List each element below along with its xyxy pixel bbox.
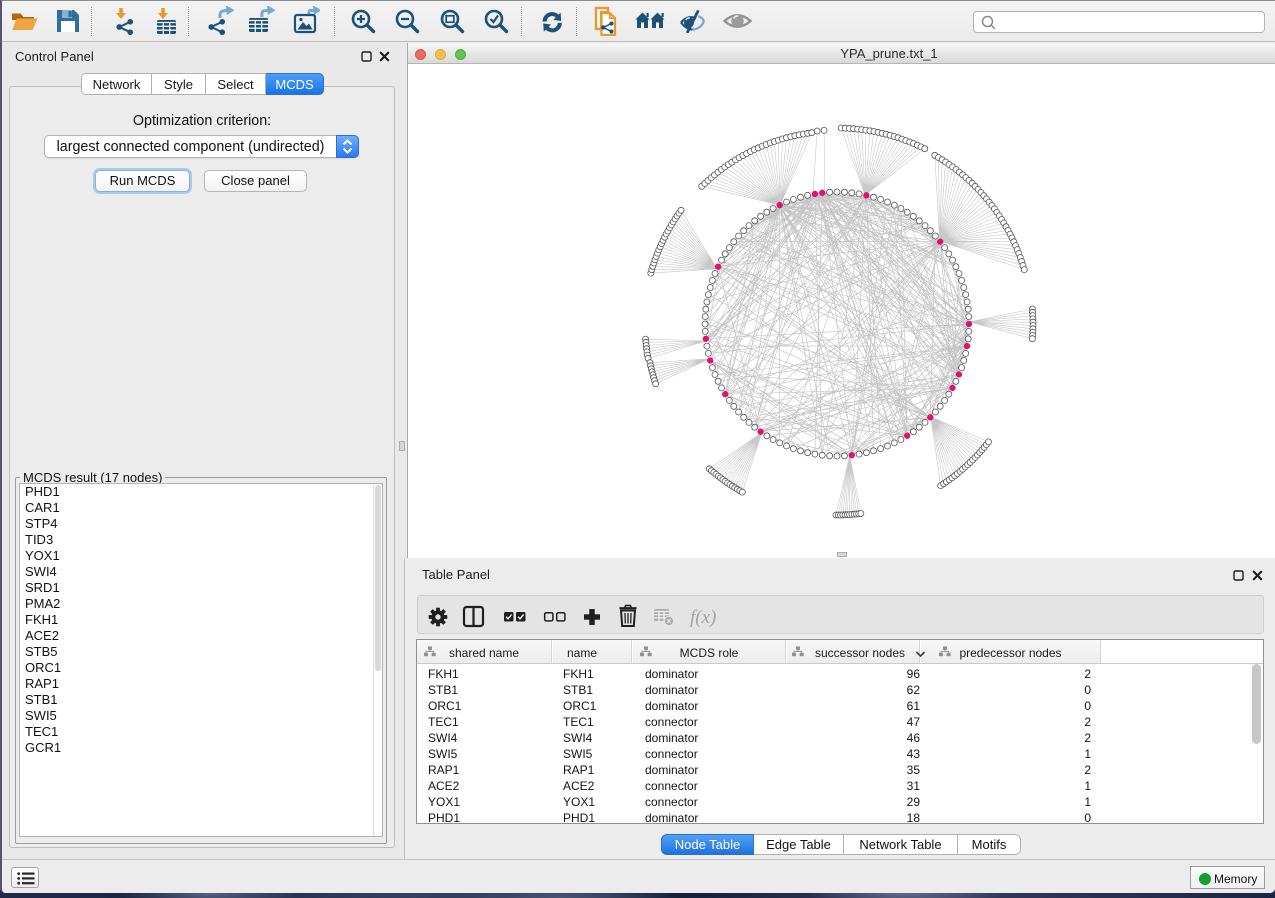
svg-text:f(x): f(x) bbox=[690, 607, 716, 628]
